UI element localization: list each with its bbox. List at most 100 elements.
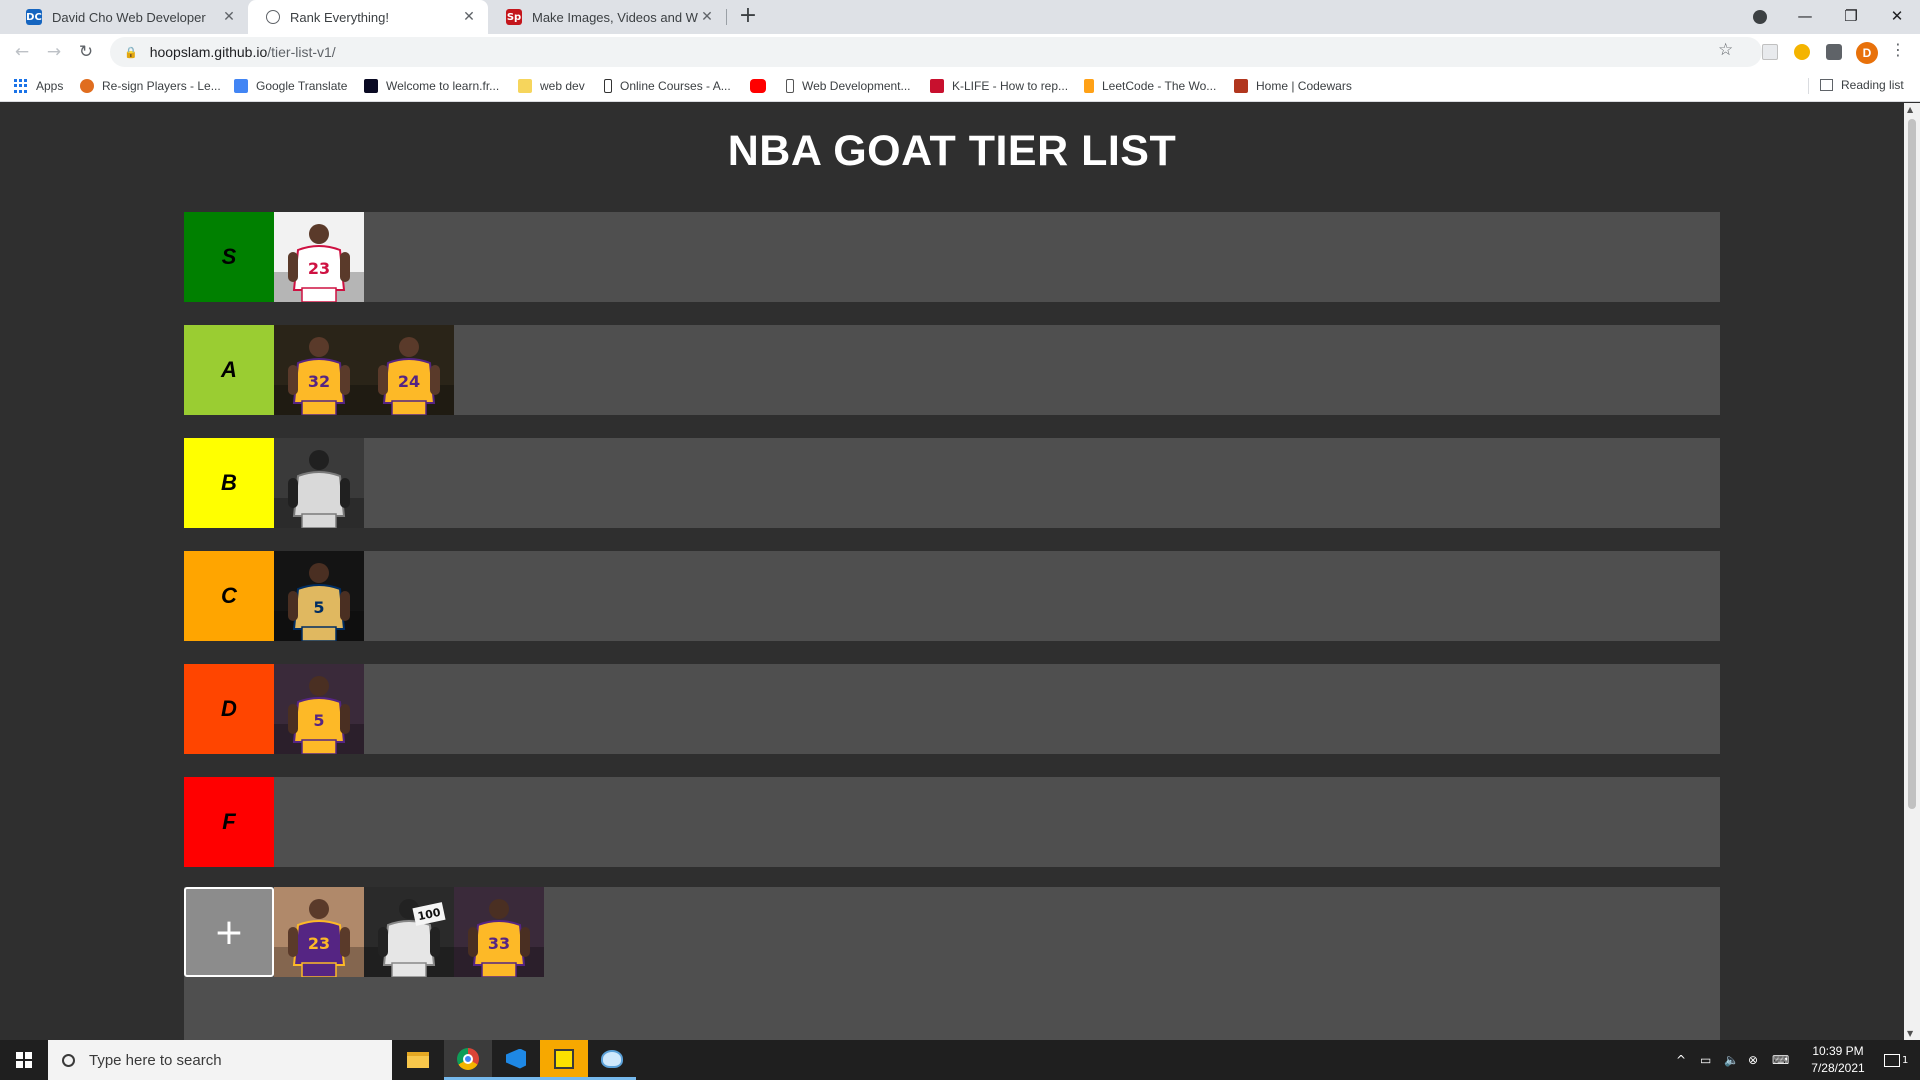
- back-button[interactable]: ←: [10, 40, 34, 64]
- taskbar-clock[interactable]: 10:39 PM 7/28/2021: [1798, 1043, 1878, 1077]
- tier-row-d[interactable]: D 5: [184, 664, 1720, 754]
- new-tab-button[interactable]: +: [736, 5, 760, 29]
- scrollbar-thumb[interactable]: [1908, 119, 1916, 809]
- tab-title: David Cho Web Developer: [52, 9, 206, 25]
- bookmark-k-life[interactable]: K-LIFE - How to rep...: [930, 78, 1068, 94]
- player-card-pacers-player[interactable]: 5: [274, 551, 364, 641]
- close-icon[interactable]: ✕: [460, 9, 478, 25]
- volume-icon[interactable]: 🔈: [1724, 1040, 1739, 1080]
- taskbar-chrome[interactable]: [444, 1040, 492, 1080]
- lock-icon: 🔒: [124, 45, 138, 59]
- tier-row-c[interactable]: C 5: [184, 551, 1720, 641]
- chevron-down-icon: [1753, 9, 1767, 24]
- vscode-icon: [506, 1048, 526, 1069]
- bookmark-label: Apps: [36, 79, 64, 93]
- extension-icon[interactable]: [1794, 44, 1810, 60]
- jersey-number: 5: [313, 598, 324, 617]
- scroll-up-arrow-icon[interactable]: ▲: [1907, 105, 1913, 114]
- player-card-wilt[interactable]: 100: [364, 887, 454, 977]
- start-button[interactable]: [0, 1040, 48, 1080]
- bookmark-label: Re-sign Players - Le...: [102, 79, 221, 93]
- keyboard-icon[interactable]: ⌨: [1772, 1040, 1789, 1080]
- player-photo: 23: [274, 212, 364, 302]
- puzzle-extensions-icon[interactable]: [1826, 44, 1842, 60]
- status-x-icon[interactable]: ⊗: [1748, 1040, 1758, 1080]
- tier-row-f[interactable]: F: [184, 777, 1720, 867]
- tier-row-b[interactable]: B: [184, 438, 1720, 528]
- folder-icon: [407, 1052, 429, 1068]
- close-icon[interactable]: ✕: [220, 9, 238, 25]
- tier-row-s[interactable]: S 23: [184, 212, 1720, 302]
- jersey-number: 23: [308, 934, 330, 953]
- player-card-jordan[interactable]: 23: [274, 212, 364, 302]
- minimize-button[interactable]: —: [1782, 0, 1828, 32]
- player-photo: 33: [454, 887, 544, 977]
- tier-row-a[interactable]: A 32 24: [184, 325, 1720, 415]
- address-bar[interactable]: 🔒 hoopslam.github.io/tier-list-v1/: [110, 37, 1762, 67]
- reading-list-button[interactable]: Reading list: [1820, 78, 1904, 92]
- tab-search-button[interactable]: [1737, 0, 1783, 32]
- bookmark-re-sign-players[interactable]: Re-sign Players - Le...: [80, 78, 221, 94]
- taskbar-sticky-notes[interactable]: [540, 1040, 588, 1080]
- player-card-lebron[interactable]: 23: [274, 887, 364, 977]
- player-card-kobe[interactable]: 24: [364, 325, 454, 415]
- reload-button[interactable]: ↻: [74, 40, 98, 64]
- bookmark-label: Welcome to learn.fr...: [386, 79, 500, 93]
- scroll-down-arrow-icon[interactable]: ▼: [1907, 1029, 1913, 1038]
- menu-kebab-icon[interactable]: ⋮: [1890, 40, 1906, 59]
- notification-center-button[interactable]: 1: [1884, 1040, 1908, 1080]
- tab-rank-everything[interactable]: Rank Everything! ✕: [248, 0, 488, 34]
- bookmark-google-translate[interactable]: Google Translate: [234, 78, 347, 94]
- profile-avatar[interactable]: D: [1856, 42, 1878, 64]
- bookmark-star-icon[interactable]: ☆: [1718, 40, 1733, 60]
- tier-label: S: [184, 212, 274, 302]
- bookmark-folder-web-dev[interactable]: web dev: [518, 78, 585, 94]
- player-card-kareem[interactable]: 33: [454, 887, 544, 977]
- bookmark-label: web dev: [540, 79, 585, 93]
- player-photo: 23: [274, 887, 364, 977]
- player-photo: 100: [364, 887, 454, 977]
- apps-grid-icon: [14, 79, 28, 93]
- unranked-pool[interactable]: + 23 100 33: [184, 887, 1720, 1040]
- player-card-russell[interactable]: [274, 438, 364, 528]
- taskbar-search-placeholder: Type here to search: [89, 1051, 222, 1069]
- bookmark-label: Web Development...: [802, 79, 911, 93]
- player-card-magic[interactable]: 32: [274, 325, 364, 415]
- jersey-number: 24: [398, 372, 420, 391]
- taskbar-paint[interactable]: [588, 1040, 636, 1080]
- bookmark-online-courses[interactable]: Online Courses - A...: [604, 78, 731, 94]
- tab-adobe-spark[interactable]: Sp Make Images, Videos and Web S ✕: [488, 0, 726, 34]
- clock-date: 7/28/2021: [1811, 1061, 1865, 1075]
- bookmark-leetcode[interactable]: LeetCode - The Wo...: [1084, 78, 1216, 94]
- forward-button[interactable]: →: [42, 40, 66, 64]
- bookmark-freecodecamp[interactable]: Welcome to learn.fr...: [364, 78, 499, 94]
- bookmark-label: Home | Codewars: [1256, 79, 1352, 93]
- taskbar-file-explorer[interactable]: [394, 1040, 442, 1080]
- dc-logo-icon: DC: [26, 9, 42, 25]
- restore-button[interactable]: ❐: [1828, 0, 1874, 32]
- close-window-button[interactable]: ✕: [1874, 0, 1920, 32]
- add-item-button[interactable]: +: [184, 887, 274, 977]
- taskbar-vscode[interactable]: [492, 1040, 540, 1080]
- tier-label: A: [184, 325, 274, 415]
- page-scrollbar[interactable]: ▲ ▼: [1904, 103, 1920, 1040]
- search-icon: [62, 1053, 75, 1067]
- extension-icon[interactable]: [1762, 44, 1778, 60]
- notification-count: 1: [1902, 1054, 1909, 1066]
- player-card-lakers-player[interactable]: 5: [274, 664, 364, 754]
- chrome-icon: [457, 1047, 479, 1070]
- tier-label: C: [184, 551, 274, 641]
- network-icon[interactable]: ▭: [1700, 1040, 1711, 1080]
- player-photo: 32: [274, 325, 364, 415]
- close-icon[interactable]: ✕: [698, 9, 716, 25]
- player-photo: 5: [274, 664, 364, 754]
- tier-items: 32 24: [274, 325, 454, 415]
- bookmark-youtube[interactable]: [750, 78, 774, 94]
- show-hidden-icons-button[interactable]: ^: [1676, 1040, 1686, 1080]
- tab-title: Make Images, Videos and Web S: [532, 9, 698, 25]
- tab-david-cho[interactable]: DC David Cho Web Developer ✕: [8, 0, 248, 34]
- bookmark-apps[interactable]: Apps: [14, 78, 63, 94]
- taskbar-search-box[interactable]: Type here to search: [48, 1040, 392, 1080]
- bookmark-codewars[interactable]: Home | Codewars: [1234, 78, 1352, 94]
- bookmark-web-development[interactable]: Web Development...: [786, 78, 911, 94]
